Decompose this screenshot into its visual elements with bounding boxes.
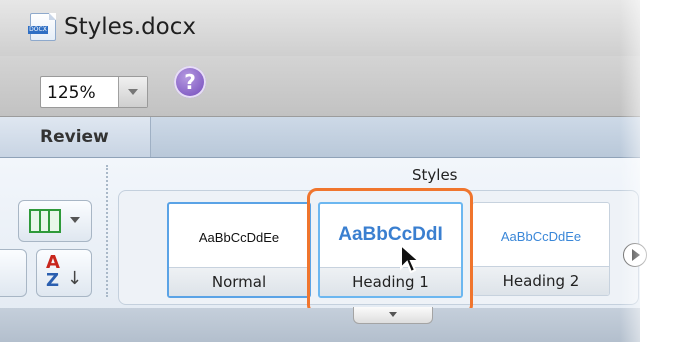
zoom-select[interactable]: 125%	[40, 76, 148, 108]
expand-gallery-icon[interactable]	[353, 307, 433, 324]
style-sample: AaBbCcDdI	[338, 224, 443, 245]
styles-group-label: Styles	[412, 166, 458, 184]
sort-icon-arrow: ↓	[67, 268, 83, 289]
partial-button[interactable]	[0, 249, 27, 297]
title-bar: DOCX Styles.docx	[0, 0, 640, 56]
chevron-down-icon	[70, 217, 80, 223]
edge-fade	[620, 0, 681, 351]
ribbon-tabs: Review	[0, 117, 640, 158]
document-icon: DOCX	[28, 13, 56, 41]
style-tile-heading-2[interactable]: AaBbCcDdEe Heading 2	[472, 202, 610, 296]
mouse-pointer-icon	[400, 244, 422, 274]
zoom-value: 125%	[47, 83, 96, 103]
style-name: Normal	[169, 267, 309, 296]
tab-review[interactable]: Review	[0, 117, 151, 157]
columns-button[interactable]	[18, 200, 92, 242]
style-name: Heading 1	[320, 267, 461, 296]
style-tile-normal[interactable]: AaBbCcDdEe Normal	[167, 202, 311, 298]
tab-review-label: Review	[40, 127, 109, 147]
word-window: DOCX Styles.docx 125% ? Review A Z ↓ Sty…	[0, 0, 681, 351]
group-divider	[106, 165, 108, 297]
style-sample: AaBbCcDdEe	[500, 229, 582, 244]
window-title: Styles.docx	[64, 14, 196, 40]
zoom-dropdown-icon[interactable]	[118, 77, 147, 107]
sort-icon-z: Z	[46, 270, 60, 291]
sort-button[interactable]: A Z ↓	[36, 249, 92, 297]
style-tile-heading-1[interactable]: AaBbCcDdI Heading 1	[318, 202, 463, 298]
style-name: Heading 2	[473, 266, 609, 295]
toolbar: 125%	[0, 56, 640, 117]
ribbon-bottom-bar	[0, 308, 640, 342]
help-icon[interactable]: ?	[174, 66, 206, 98]
page-fold	[49, 13, 56, 20]
columns-icon	[29, 209, 61, 233]
style-sample: AaBbCcDdEe	[198, 230, 280, 245]
doc-icon-label: DOCX	[28, 26, 48, 34]
